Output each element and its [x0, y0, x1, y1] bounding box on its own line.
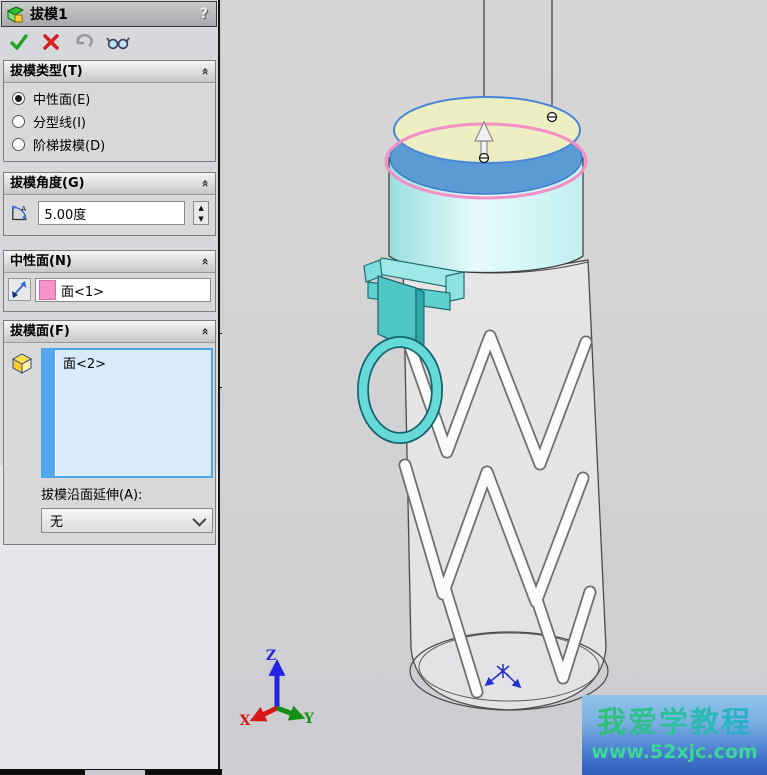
draft-angle-spinner[interactable]: ▲ ▼ — [193, 201, 209, 225]
radio-neutral-plane[interactable]: 中性面(E) — [4, 87, 215, 110]
neutral-face-selection-box[interactable]: 面<1> — [35, 278, 211, 302]
graphics-viewport[interactable]: Z X Y — [222, 0, 767, 775]
watermark: 我爱学教程 www.52xjc.com — [582, 695, 767, 775]
neck-cylinder[interactable] — [386, 97, 586, 273]
section-neutral-face-header[interactable]: 中性面(N) « — [4, 251, 215, 273]
help-icon[interactable]: ? — [200, 6, 212, 22]
radio-icon[interactable] — [12, 138, 25, 151]
section-draft-angle-title: 拔模角度(G) — [10, 173, 85, 194]
section-draft-type: 拔模类型(T) « 中性面(E) 分型线(I) 阶梯拔模(D) — [3, 60, 216, 162]
panel-titlebar: 拔模1 ? — [1, 1, 217, 27]
faces-cube-icon — [10, 351, 34, 375]
bottom-strip-segment — [85, 770, 145, 775]
radio-icon[interactable] — [12, 115, 25, 128]
collapse-chevron-icon[interactable]: « — [195, 258, 216, 266]
face-list-item[interactable]: 面<2> — [63, 353, 211, 372]
face-propagation-label: 拔模沿面延伸(A): — [41, 484, 142, 503]
listbox-scroll-stripe[interactable] — [43, 350, 56, 476]
section-draft-faces-title: 拔模面(F) — [10, 321, 70, 342]
property-manager-panel: 拔模1 ? 拔模类型(T) « 中性 — [0, 0, 220, 775]
draft-faces-listbox[interactable]: 面<2> — [41, 348, 213, 478]
draft-feature-icon — [6, 6, 25, 23]
cancel-button[interactable] — [42, 33, 60, 51]
chevron-down-icon — [192, 512, 206, 526]
neutral-face-value: 面<1> — [61, 281, 104, 300]
radio-label: 阶梯拔模(D) — [33, 135, 105, 154]
section-neutral-face: 中性面(N) « 面<1> — [3, 250, 216, 312]
radio-icon-selected[interactable] — [12, 92, 25, 105]
triad-z-label: Z — [266, 648, 276, 664]
section-draft-angle-header[interactable]: 拔模角度(G) « — [4, 173, 215, 195]
preview-glasses-icon[interactable] — [106, 33, 130, 51]
radio-label: 分型线(I) — [33, 112, 86, 131]
collapse-chevron-icon[interactable]: « — [195, 180, 216, 188]
collapse-chevron-icon[interactable]: « — [195, 68, 216, 76]
section-neutral-face-title: 中性面(N) — [10, 251, 72, 272]
section-draft-type-title: 拔模类型(T) — [10, 61, 83, 82]
section-draft-faces-header[interactable]: 拔模面(F) « — [4, 321, 215, 343]
reverse-direction-icon[interactable] — [8, 278, 31, 301]
coordinate-triad: Z X Y — [240, 648, 315, 729]
face-propagation-value: 无 — [50, 511, 63, 530]
watermark-url: www.52xjc.com — [591, 741, 757, 763]
svg-text:A: A — [21, 204, 26, 213]
radio-label: 中性面(E) — [33, 89, 90, 108]
radio-step-draft[interactable]: 阶梯拔模(D) — [4, 133, 215, 156]
section-draft-faces: 拔模面(F) « 面<2> 拔模沿面延伸(A): 无 — [3, 320, 216, 545]
triad-y-label: Y — [303, 711, 315, 727]
face-propagation-dropdown[interactable]: 无 — [41, 508, 213, 533]
watermark-title: 我爱学教程 — [597, 707, 752, 739]
pink-face-swatch — [39, 280, 56, 300]
spinner-down-icon[interactable]: ▼ — [194, 213, 208, 224]
undo-button[interactable] — [73, 33, 93, 51]
draft-angle-icon: A — [10, 202, 30, 224]
section-draft-type-header[interactable]: 拔模类型(T) « — [4, 61, 215, 83]
ok-button[interactable] — [9, 33, 29, 51]
spinner-up-icon[interactable]: ▲ — [194, 202, 208, 213]
section-draft-angle: 拔模角度(G) « A 5.00度 ▲ ▼ — [3, 172, 216, 236]
panel-title: 拔模1 — [30, 4, 68, 24]
radio-parting-line[interactable]: 分型线(I) — [4, 110, 215, 133]
panel-toolbar — [1, 29, 217, 55]
model-canvas[interactable]: Z X Y — [222, 0, 767, 775]
triad-x-label: X — [240, 713, 251, 729]
collapse-chevron-icon[interactable]: « — [195, 328, 216, 336]
draft-angle-input[interactable]: 5.00度 — [38, 201, 185, 225]
bottom-strip — [0, 769, 222, 775]
